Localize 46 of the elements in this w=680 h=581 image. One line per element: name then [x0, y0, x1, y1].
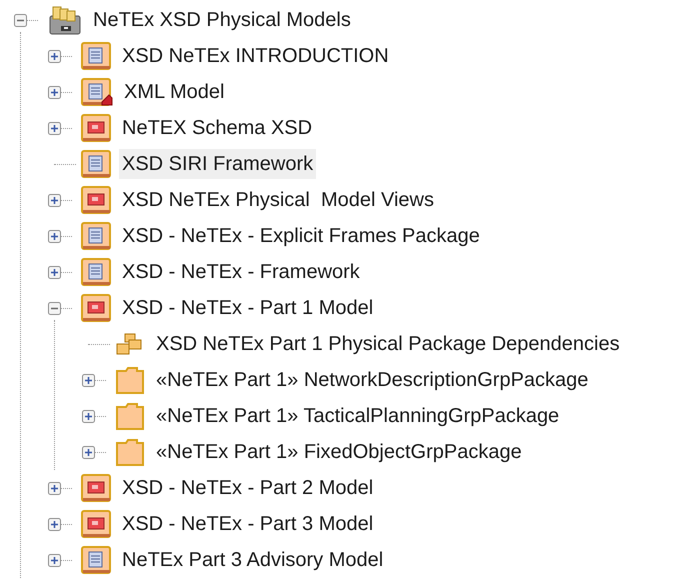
collapse-icon[interactable]	[48, 302, 60, 314]
diagram-icon	[81, 510, 111, 538]
tree-item[interactable]: «NeTEx Part 1» FixedObjectGrpPackage	[153, 437, 525, 467]
folder-icon	[115, 401, 145, 431]
tree-item[interactable]: XSD - NeTEx - Part 1 Model	[119, 293, 376, 323]
tree-item[interactable]: XSD NeTEx Part 1 Physical Package Dependencies	[153, 329, 623, 359]
expand-icon[interactable]	[82, 446, 94, 458]
tree-item[interactable]: XSD - NeTEx - Part 3 Model	[119, 509, 376, 539]
tree-item[interactable]: XSD NeTEx Physical Model Views	[119, 185, 437, 215]
expand-icon[interactable]	[48, 554, 60, 566]
tree-item[interactable]: XSD - NeTEx - Explicit Frames Package	[119, 221, 483, 251]
expand-icon[interactable]	[48, 266, 60, 278]
expand-icon[interactable]	[48, 122, 60, 134]
document-icon	[81, 150, 111, 178]
expand-icon[interactable]	[48, 50, 60, 62]
expand-icon[interactable]	[48, 230, 60, 242]
expand-icon[interactable]	[82, 374, 94, 386]
diagram-icon	[81, 114, 111, 142]
tree-item[interactable]: XSD NeTEx INTRODUCTION	[119, 41, 392, 71]
diagram-icon	[81, 294, 111, 322]
tree-item[interactable]: XML Model	[121, 77, 228, 107]
collapse-icon[interactable]	[14, 14, 26, 26]
tree-item[interactable]: «NeTEx Part 1» TacticalPlanningGrpPackage	[153, 401, 562, 431]
folder-icon	[115, 365, 145, 395]
tree-item[interactable]: XSD - NeTEx - Framework	[119, 257, 363, 287]
folder-icon	[115, 437, 145, 467]
expand-icon[interactable]	[48, 518, 60, 530]
tree-item[interactable]: XSD SIRI Framework	[119, 149, 316, 179]
document-icon	[81, 222, 111, 250]
document-icon	[81, 546, 111, 574]
expand-icon[interactable]	[48, 482, 60, 494]
diagram-icon	[81, 186, 111, 214]
diagram-icon	[81, 474, 111, 502]
expand-icon[interactable]	[48, 194, 60, 206]
tree-item[interactable]: NeTEX Schema XSD	[119, 113, 316, 143]
expand-icon[interactable]	[48, 86, 60, 98]
tree-item[interactable]: XSD - NeTEx - Part 2 Model	[119, 473, 376, 503]
cabinet-icon	[48, 4, 82, 36]
expand-icon[interactable]	[82, 410, 94, 422]
document-icon	[81, 78, 113, 106]
document-icon	[81, 258, 111, 286]
packages-icon	[115, 332, 143, 356]
tree-item[interactable]: NeTEx XSD Physical Models	[90, 5, 354, 35]
tree-item[interactable]: «NeTEx Part 1» NetworkDescriptionGrpPackage	[153, 365, 592, 395]
document-icon	[81, 42, 111, 70]
tree-item[interactable]: NeTEx Part 3 Advisory Model	[119, 545, 386, 575]
